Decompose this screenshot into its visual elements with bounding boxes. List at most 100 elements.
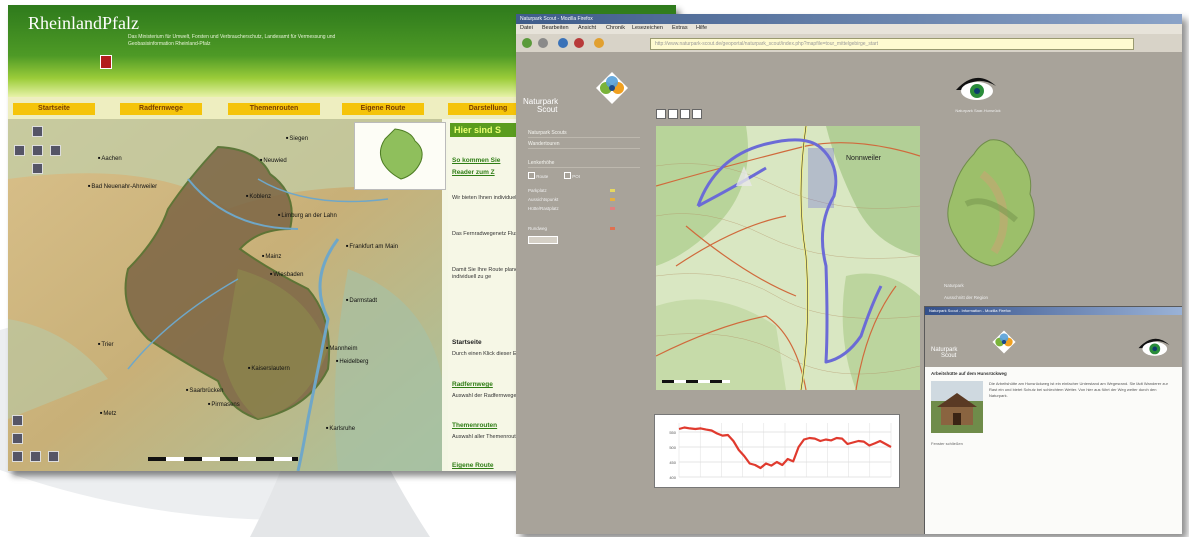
city-label: Kaiserslautern bbox=[248, 365, 289, 372]
popup-logo-line2: Scout bbox=[941, 353, 957, 359]
menu-item-lenkerhoehe[interactable]: Lenkerhöhe bbox=[528, 160, 640, 168]
stop-icon[interactable] bbox=[574, 38, 584, 48]
link-radfernwege[interactable]: Radfernwege bbox=[452, 381, 493, 388]
city-label: Heidelberg bbox=[336, 358, 368, 365]
y-tick-label: 450 bbox=[669, 460, 676, 465]
zoom-full-icon[interactable] bbox=[48, 451, 59, 462]
toggle-poi[interactable]: POI bbox=[564, 172, 580, 179]
pan-right-icon[interactable] bbox=[50, 145, 61, 156]
show-button[interactable] bbox=[528, 236, 558, 244]
logo-text: Naturpark Scout bbox=[523, 98, 558, 114]
legend-swatch bbox=[610, 227, 615, 230]
topo-scale-bar bbox=[662, 380, 730, 383]
y-tick-label: 400 bbox=[669, 475, 676, 480]
naturpark-scout-screenshot: Naturpark Scout - Mozilla Firefox Datei … bbox=[516, 14, 1182, 534]
city-label: Mainz bbox=[262, 253, 281, 260]
legend-label: Aussichtspunkt bbox=[528, 197, 559, 202]
popup-logo-text: Naturpark Scout bbox=[931, 347, 957, 359]
city-label: Darmstadt bbox=[346, 297, 377, 304]
menu-lesezeichen[interactable]: Lesezeichen bbox=[632, 25, 663, 31]
naturpark-eye-logo bbox=[956, 77, 996, 100]
menu-hilfe[interactable]: Hilfe bbox=[696, 25, 707, 31]
city-label: Bad Neuenahr-Ahrweiler bbox=[88, 183, 157, 190]
legend-swatch bbox=[610, 189, 615, 192]
logo-text-line2: Scout bbox=[537, 105, 558, 114]
link-reader[interactable]: Reader zum Z bbox=[452, 169, 495, 176]
menu-ansicht[interactable]: Ansicht bbox=[578, 25, 596, 31]
menu-item-scouts[interactable]: Naturpark Scouts bbox=[528, 130, 640, 138]
back-icon[interactable] bbox=[522, 38, 532, 48]
pan-home-icon[interactable] bbox=[32, 145, 43, 156]
popup-eye-logo bbox=[1138, 338, 1170, 356]
zoom-out-tool-icon[interactable] bbox=[668, 109, 678, 119]
tab-radfernwege[interactable]: Radfernwege bbox=[120, 103, 202, 115]
menu-bearbeiten[interactable]: Bearbeiten bbox=[542, 25, 569, 31]
link-themenrouten[interactable]: Themenrouten bbox=[452, 422, 497, 429]
reload-icon[interactable] bbox=[558, 38, 568, 48]
popup-scout-logo bbox=[992, 330, 1016, 354]
pan-up-icon[interactable] bbox=[32, 126, 43, 137]
rlp-subtitle: Das Ministerium für Umwelt, Forsten und … bbox=[128, 34, 336, 47]
link-ausschnitt[interactable]: Ausschnitt der Region bbox=[944, 295, 988, 300]
y-tick-label: 500 bbox=[669, 445, 676, 450]
address-bar[interactable]: http://www.naturpark-scout.de/geoportal/… bbox=[650, 38, 1134, 50]
toggle-route-label: Route bbox=[536, 174, 549, 179]
city-label: Metz bbox=[100, 410, 116, 417]
link-so-kommen-sie[interactable]: So kommen Sie bbox=[452, 157, 500, 164]
naturpark-scout-logo bbox=[596, 72, 628, 104]
tab-themenrouten[interactable]: Themenrouten bbox=[228, 103, 320, 115]
zoom-next-icon[interactable] bbox=[30, 451, 41, 462]
zoom-out-icon[interactable] bbox=[12, 433, 23, 444]
menu-datei[interactable]: Datei bbox=[520, 25, 533, 31]
browser-title-bar: Naturpark Scout - Mozilla Firefox bbox=[516, 14, 1182, 24]
info-tool-icon[interactable] bbox=[692, 109, 702, 119]
link-eigene-route[interactable]: Eigene Route bbox=[452, 462, 494, 469]
topographic-map[interactable]: Nonnweiler bbox=[656, 126, 920, 390]
city-label: Karlsruhe bbox=[326, 425, 355, 432]
home-icon[interactable] bbox=[594, 38, 604, 48]
menu-item-wandertouren[interactable]: Wandertouren bbox=[528, 141, 640, 149]
city-label: Frankfurt am Main bbox=[346, 243, 398, 250]
rlp-logo-text: RheinlandPfalz bbox=[28, 13, 139, 33]
city-label: Siegen bbox=[286, 135, 308, 142]
inset-overview-map[interactable] bbox=[354, 122, 446, 190]
city-label: Koblenz bbox=[246, 193, 271, 200]
link-naturpark[interactable]: Naturpark bbox=[944, 283, 964, 288]
forward-icon[interactable] bbox=[538, 38, 548, 48]
popup-close-link[interactable]: Fenster schließen bbox=[931, 441, 963, 446]
popup-title-bar: Naturpark Scout - Information - Mozilla … bbox=[925, 307, 1182, 315]
legend-label: Rundweg bbox=[528, 226, 548, 231]
elevation-profile-chart: 400 450 500 550 bbox=[654, 414, 900, 488]
map-scale-bar bbox=[148, 457, 298, 461]
zoom-in-tool-icon[interactable] bbox=[656, 109, 666, 119]
pan-tool-icon[interactable] bbox=[680, 109, 690, 119]
toggle-route[interactable]: Route bbox=[528, 172, 548, 179]
sidebar-subheading: Startseite bbox=[452, 339, 482, 346]
info-popup-window: Naturpark Scout - Information - Mozilla … bbox=[924, 306, 1182, 534]
hut-photo bbox=[931, 381, 983, 433]
coat-of-arms-icon bbox=[100, 55, 112, 69]
city-label: Mannheim bbox=[326, 345, 357, 352]
y-tick-label: 550 bbox=[669, 430, 676, 435]
city-label: Saarbrücken bbox=[186, 387, 223, 394]
pan-left-icon[interactable] bbox=[14, 145, 25, 156]
legend-label: Hütte/Rastplatz bbox=[528, 206, 559, 211]
eye-logo-caption: Naturpark Saar-Hunsrück bbox=[955, 108, 1001, 113]
city-label: Aachen bbox=[98, 155, 121, 162]
menu-chronik[interactable]: Chronik bbox=[606, 25, 625, 31]
city-label: Neuwied bbox=[260, 157, 286, 164]
map-town-label: Nonnweiler bbox=[846, 155, 882, 162]
popup-subtitle: Arbeitshütte auf dem Hunsrückweg bbox=[931, 371, 1007, 376]
zoom-prev-icon[interactable] bbox=[12, 451, 23, 462]
browser-menu-bar: Datei Bearbeiten Ansicht Chronik Lesezei… bbox=[516, 24, 1182, 34]
tab-startseite[interactable]: Startseite bbox=[13, 103, 95, 115]
naturpark-overview-map[interactable] bbox=[936, 134, 1046, 274]
tab-eigene-route[interactable]: Eigene Route bbox=[342, 103, 424, 115]
city-label: Trier bbox=[98, 341, 113, 348]
menu-extras[interactable]: Extras bbox=[672, 25, 688, 31]
legend-swatch bbox=[610, 198, 615, 201]
pan-down-icon[interactable] bbox=[32, 163, 43, 174]
toggle-poi-label: POI bbox=[572, 174, 581, 179]
profile-y-ticks: 400 450 500 550 bbox=[669, 430, 676, 480]
zoom-in-icon[interactable] bbox=[12, 415, 23, 426]
